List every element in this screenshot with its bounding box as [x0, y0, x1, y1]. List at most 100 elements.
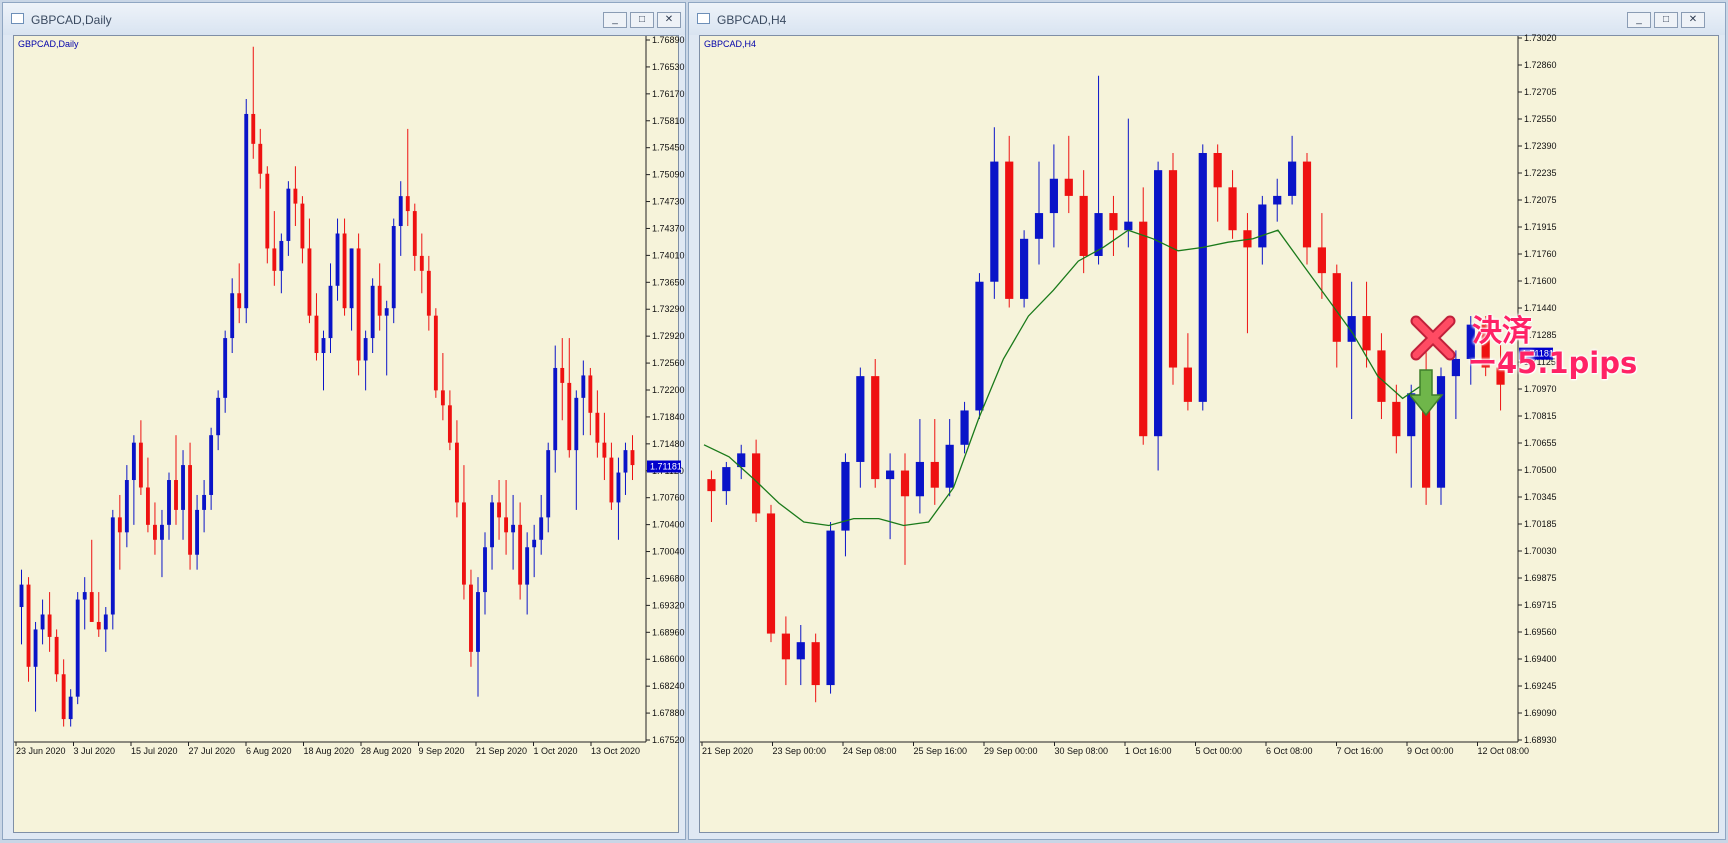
- window-titlebar[interactable]: GBPCAD,H4 _ □ ✕: [689, 3, 1725, 35]
- candle-body: [602, 442, 607, 458]
- candle-body: [153, 524, 157, 540]
- h4-chart-window[interactable]: GBPCAD,H4 _ □ ✕ GBPCAD,H4 1.73020 1.72860…: [688, 2, 1726, 840]
- candle-body: [328, 285, 333, 339]
- price-tick-label: 1.67880: [652, 708, 685, 718]
- price-tick-label: 1.69715: [1524, 600, 1557, 610]
- daily-chart-window[interactable]: GBPCAD,Daily _ □ ✕ GBPCAD,Daily 1.76890 1…: [2, 2, 686, 840]
- time-tick-label: 3 Jul 2020: [74, 746, 116, 756]
- price-tick-label: 1.72550: [1524, 114, 1557, 124]
- price-tick-label: 1.71915: [1524, 222, 1557, 232]
- chart-area[interactable]: GBPCAD,Daily 1.76890 1.76530 1.76170 1.7581…: [13, 35, 685, 834]
- candle-body: [342, 233, 347, 309]
- close-icon[interactable]: ✕: [657, 12, 681, 28]
- candle-body: [68, 696, 73, 720]
- window-titlebar[interactable]: GBPCAD,Daily _ □ ✕: [3, 3, 685, 35]
- price-tick-label: 1.70345: [1524, 492, 1557, 502]
- candle-body: [377, 285, 382, 316]
- candle-body: [279, 240, 284, 271]
- price-tick-label: 1.72235: [1524, 168, 1557, 178]
- price-tick-label: 1.70655: [1524, 438, 1557, 448]
- candle-body: [174, 480, 178, 510]
- price-tick-label: 1.72390: [1524, 141, 1557, 151]
- price-tick-label: 1.73650: [652, 277, 685, 287]
- candle-body: [82, 592, 87, 600]
- candle-body: [1317, 247, 1326, 274]
- candle-body: [518, 524, 523, 585]
- candle-body: [490, 502, 494, 548]
- candlestick-chart[interactable]: 1.76890 1.76530 1.76170 1.75810 1.75450 1.750…: [14, 35, 685, 834]
- candle-body: [1064, 178, 1073, 196]
- candle-body: [398, 196, 403, 227]
- maximize-icon[interactable]: □: [1654, 12, 1678, 28]
- candle-body: [138, 442, 143, 488]
- candle-body: [258, 143, 263, 174]
- candle-body: [707, 479, 716, 492]
- candle-body: [384, 308, 389, 316]
- price-tick-label: 1.67520: [652, 735, 685, 745]
- candle-body: [454, 442, 459, 503]
- time-tick-label: 21 Sep 2020: [476, 746, 527, 756]
- candle-body: [272, 248, 277, 271]
- down-arrow-icon: [1410, 369, 1444, 417]
- price-tick-label: 1.70815: [1524, 411, 1557, 421]
- candle-body: [433, 315, 438, 391]
- time-tick-label: 27 Jul 2020: [189, 746, 236, 756]
- window-title: GBPCAD,H4: [717, 13, 787, 27]
- candle-body: [826, 530, 835, 686]
- candle-body: [117, 517, 122, 533]
- window-icon: [697, 13, 710, 24]
- candle-body: [54, 636, 59, 675]
- candle-body: [363, 338, 368, 361]
- candle-body: [1034, 213, 1044, 239]
- price-tick-label: 1.69400: [1524, 654, 1557, 664]
- price-tick-label: 1.74010: [652, 250, 685, 260]
- minimize-icon[interactable]: _: [603, 12, 627, 28]
- candle-body: [103, 614, 108, 630]
- maximize-icon[interactable]: □: [630, 12, 654, 28]
- time-tick-label: 1 Oct 2020: [534, 746, 578, 756]
- price-tick-label: 1.71480: [652, 439, 685, 449]
- candle-body: [202, 494, 207, 510]
- candle-body: [469, 584, 473, 652]
- candle-body: [1109, 213, 1118, 231]
- window-title: GBPCAD,Daily: [31, 13, 112, 27]
- candle-body: [356, 248, 361, 361]
- candle-body: [567, 382, 572, 451]
- chart-area[interactable]: GBPCAD,H4 1.73020 1.72860 1.72705 1.72550 1.…: [699, 33, 1720, 834]
- time-tick-label: 6 Oct 08:00: [1266, 746, 1313, 756]
- candle-body: [811, 642, 820, 686]
- time-tick-label: 7 Oct 16:00: [1337, 746, 1384, 756]
- price-tick-label: 1.73290: [652, 304, 685, 314]
- candle-body: [405, 196, 410, 212]
- close-icon[interactable]: ✕: [1681, 12, 1705, 28]
- candle-body: [595, 412, 600, 443]
- candle-body: [1288, 161, 1297, 196]
- current-price-label: 1.71181: [650, 461, 682, 471]
- candlestick-chart[interactable]: 1.73020 1.72860 1.72705 1.72550 1.72390 1.722…: [700, 33, 1720, 834]
- price-tick-label: 1.76890: [652, 35, 685, 45]
- price-tick-label: 1.70030: [1524, 546, 1557, 556]
- candle-body: [1392, 401, 1401, 437]
- candle-body: [19, 584, 24, 608]
- price-tick-label: 1.68600: [652, 654, 685, 664]
- candle-body: [623, 450, 628, 473]
- price-tick-label: 1.72860: [1524, 60, 1557, 70]
- candle-body: [960, 410, 969, 445]
- price-tick-label: 1.70400: [652, 520, 685, 530]
- minimize-icon[interactable]: _: [1627, 12, 1651, 28]
- candle-body: [581, 375, 586, 398]
- candle-body: [145, 487, 150, 525]
- candle-body: [195, 509, 200, 555]
- candle-body: [216, 397, 221, 436]
- candle-body: [915, 461, 924, 497]
- candle-body: [307, 248, 312, 316]
- candle-body: [476, 592, 480, 652]
- window-icon: [11, 13, 24, 24]
- candle-body: [504, 517, 509, 533]
- candle-body: [856, 376, 865, 462]
- candle-body: [1183, 367, 1192, 402]
- time-tick-label: 25 Sep 16:00: [914, 746, 968, 756]
- candle-body: [181, 465, 185, 510]
- time-tick-label: 1 Oct 16:00: [1125, 746, 1172, 756]
- candle-body: [975, 281, 984, 411]
